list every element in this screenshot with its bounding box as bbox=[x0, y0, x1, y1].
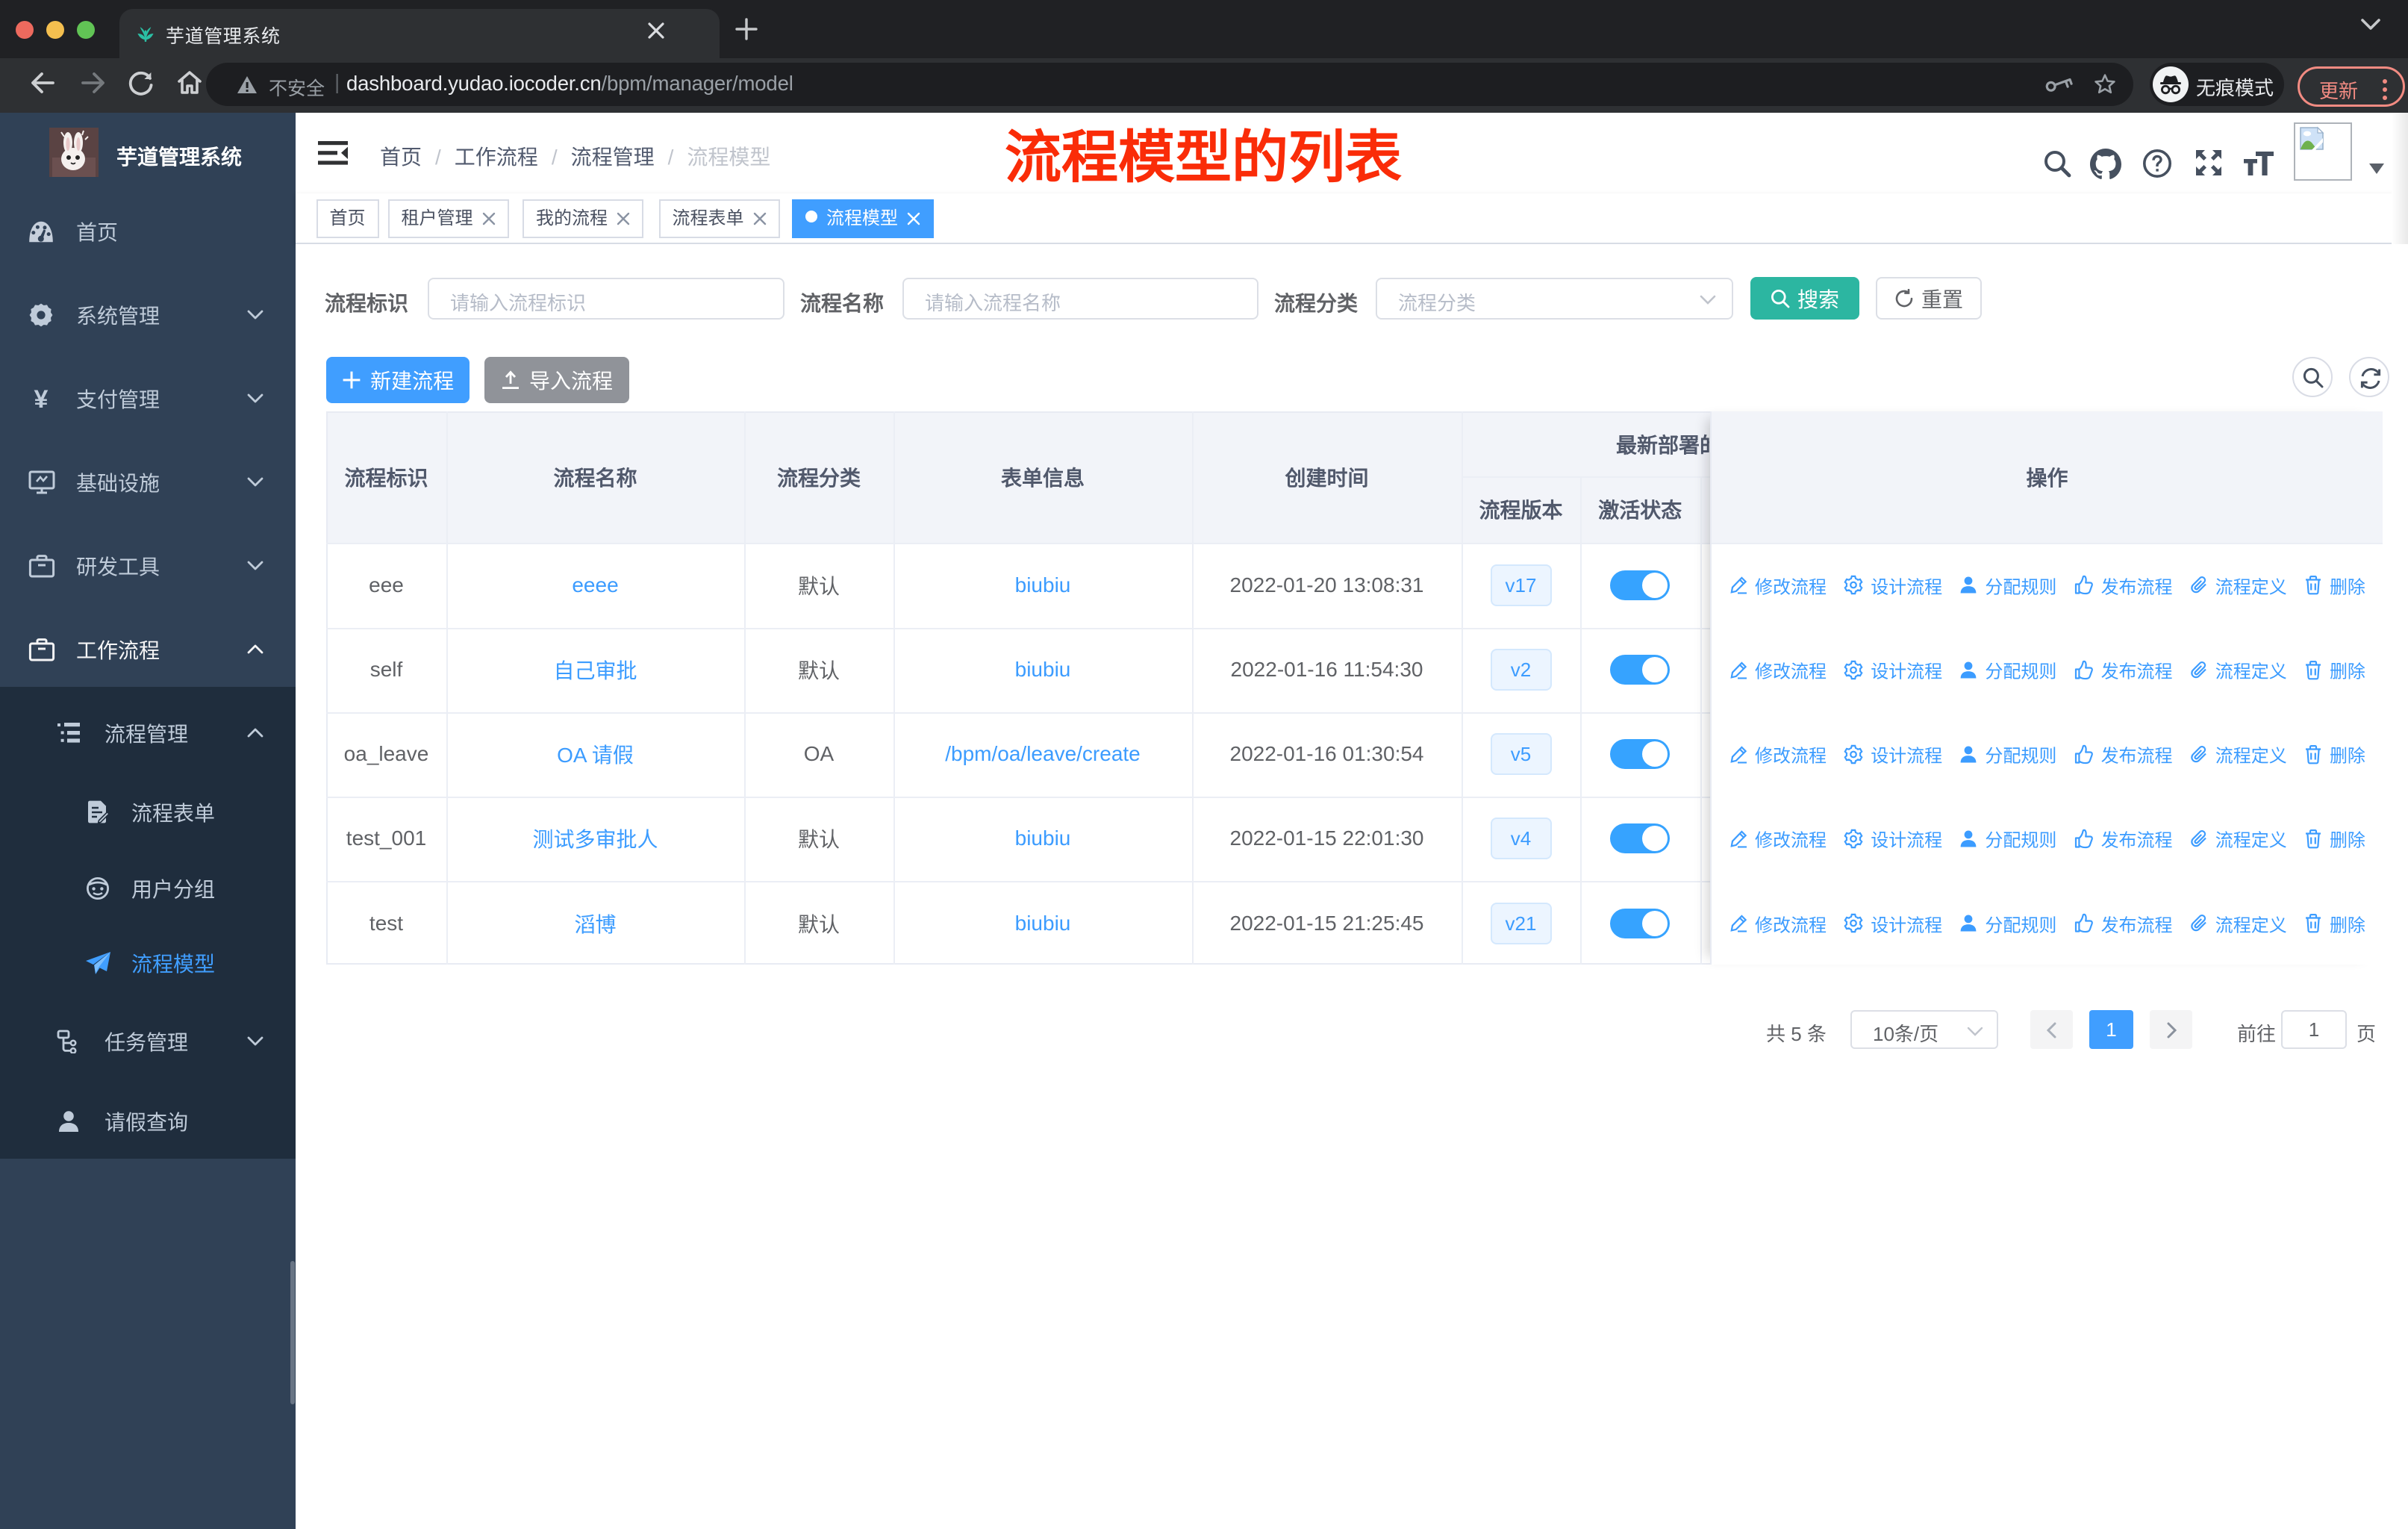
svg-text:¥: ¥ bbox=[34, 386, 49, 411]
